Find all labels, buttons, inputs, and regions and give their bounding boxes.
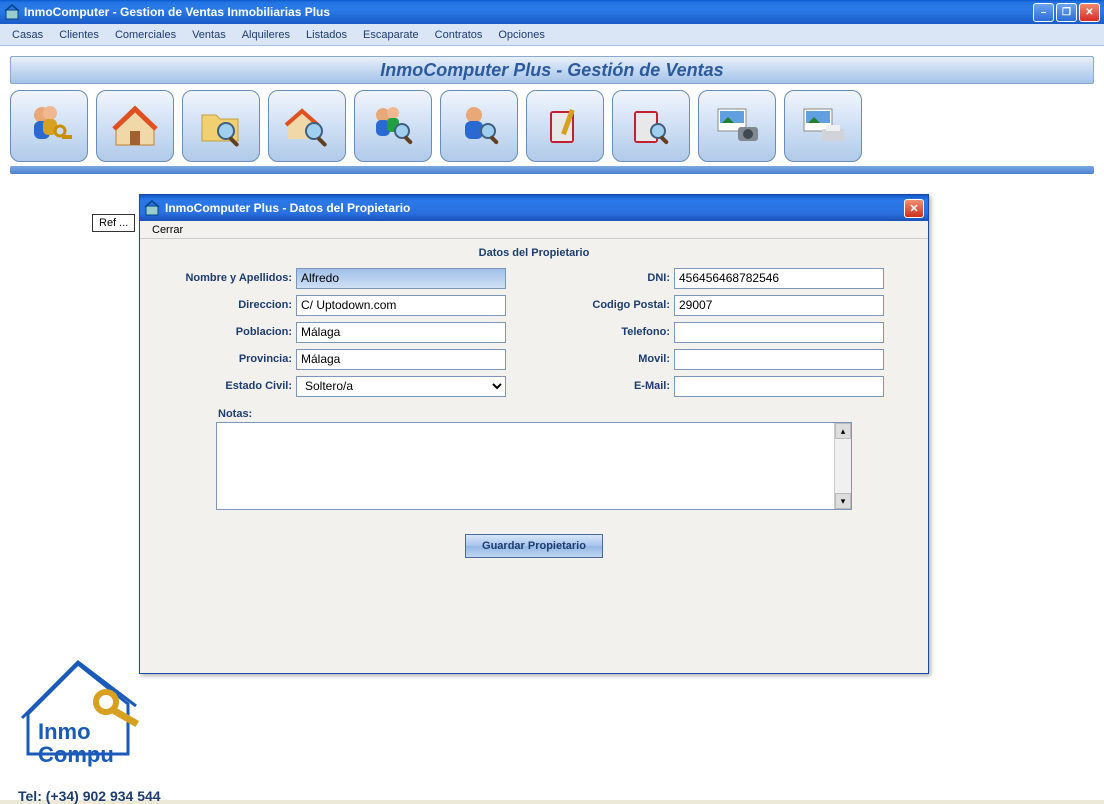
owner-dialog: InmoComputer Plus - Datos del Propietari… [139,194,929,674]
house-search-icon [282,101,332,151]
input-movil[interactable] [674,349,884,370]
input-provincia[interactable] [296,349,506,370]
input-dni[interactable] [674,268,884,289]
tool-user-search[interactable] [440,90,518,162]
input-email[interactable] [674,376,884,397]
label-nombre: Nombre y Apellidos: [156,272,296,284]
input-nombre[interactable] [296,268,506,289]
svg-text:Inmo: Inmo [38,719,91,744]
dialog-title: InmoComputer Plus - Datos del Propietari… [165,201,904,215]
owner-form: Nombre y Apellidos: Direccion: Poblacion… [140,267,928,402]
dialog-menu-cerrar[interactable]: Cerrar [146,223,189,237]
menu-alquileres[interactable]: Alquileres [234,26,298,44]
svg-text:Compu: Compu [38,742,114,767]
menu-opciones[interactable]: Opciones [490,26,552,44]
app-logo: Inmo Compu [18,644,148,777]
label-provincia: Provincia: [156,353,296,365]
label-dni: DNI: [534,272,674,284]
users-keys-icon [24,101,74,151]
tool-book-search[interactable] [612,90,690,162]
banner-title: InmoComputer Plus - Gestión de Ventas [10,56,1094,84]
dialog-close-button[interactable]: ✕ [904,199,924,218]
app-icon [4,4,20,20]
tool-house[interactable] [96,90,174,162]
notas-scrollbar[interactable]: ▴ ▾ [834,423,851,509]
window-controls: – ❐ ✕ [1033,3,1100,22]
input-poblacion[interactable] [296,322,506,343]
menu-escaparate[interactable]: Escaparate [355,26,427,44]
toolbar-divider [10,166,1094,174]
scroll-up-icon[interactable]: ▴ [835,423,851,439]
label-estado-civil: Estado Civil: [156,380,296,392]
photo-print-icon [798,101,848,151]
photo-camera-icon [712,101,762,151]
menu-clientes[interactable]: Clientes [51,26,107,44]
save-owner-button[interactable]: Guardar Propietario [465,534,603,558]
book-pencil-icon [540,101,590,151]
minimize-button[interactable]: – [1033,3,1054,22]
user-search-icon [454,101,504,151]
folder-search-icon [196,101,246,151]
menu-contratos[interactable]: Contratos [427,26,491,44]
book-search-icon [626,101,676,151]
input-direccion[interactable] [296,295,506,316]
label-telefono: Telefono: [534,326,674,338]
label-email: E-Mail: [534,380,674,392]
window-title: InmoComputer - Gestion de Ventas Inmobil… [24,5,1033,19]
toolbar [10,90,1094,162]
tool-photo-print[interactable] [784,90,862,162]
input-codigo-postal[interactable] [674,295,884,316]
dialog-menubar: Cerrar [140,221,928,239]
menu-ventas[interactable]: Ventas [184,26,234,44]
users-search-icon [368,101,418,151]
tool-photo-camera[interactable] [698,90,776,162]
footer-phone: Tel: (+34) 902 934 544 [18,788,161,804]
label-notas: Notas: [140,408,928,420]
main-titlebar: InmoComputer - Gestion de Ventas Inmobil… [0,0,1104,24]
maximize-button[interactable]: ❐ [1056,3,1077,22]
tool-folder-search[interactable] [182,90,260,162]
scroll-down-icon[interactable]: ▾ [835,493,851,509]
dialog-titlebar: InmoComputer Plus - Datos del Propietari… [140,195,928,221]
tool-users-search[interactable] [354,90,432,162]
notas-container: ▴ ▾ [216,422,852,510]
tool-users-keys[interactable] [10,90,88,162]
input-telefono[interactable] [674,322,884,343]
dialog-app-icon [144,200,160,216]
select-estado-civil[interactable]: Soltero/a [296,376,506,397]
menu-casas[interactable]: Casas [4,26,51,44]
textarea-notas[interactable] [217,423,833,509]
menu-comerciales[interactable]: Comerciales [107,26,184,44]
label-poblacion: Poblacion: [156,326,296,338]
dialog-heading: Datos del Propietario [140,239,928,267]
main-menubar: Casas Clientes Comerciales Ventas Alquil… [0,24,1104,46]
close-button[interactable]: ✕ [1079,3,1100,22]
label-codigo-postal: Codigo Postal: [534,299,674,311]
tool-house-search[interactable] [268,90,346,162]
tooltip-ref: Ref ... [92,214,135,232]
house-icon [110,101,160,151]
label-movil: Movil: [534,353,674,365]
menu-listados[interactable]: Listados [298,26,355,44]
label-direccion: Direccion: [156,299,296,311]
tool-book-pencil[interactable] [526,90,604,162]
